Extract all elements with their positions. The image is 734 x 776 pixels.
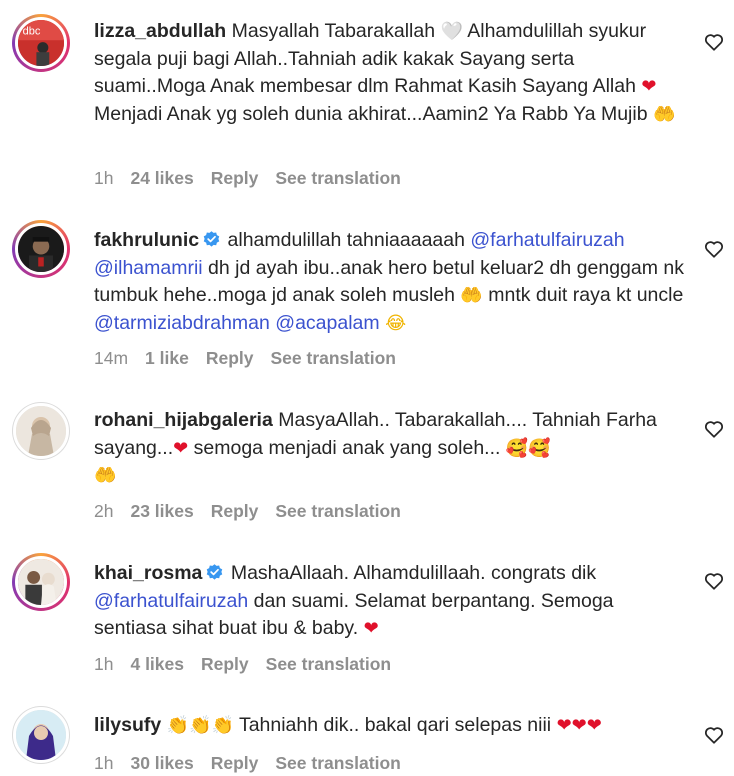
comment-time[interactable]: 14m (94, 348, 128, 368)
comment-text: lizza_abdullah Masyallah Tabarakallah 🤍 … (94, 20, 676, 125)
comment-username[interactable]: lizza_abdullah (94, 20, 226, 42)
see-translation-button[interactable]: See translation (275, 753, 400, 773)
comment-meta: 1h 30 likes Reply See translation (94, 753, 418, 774)
avatar-image: dbc (15, 17, 67, 69)
reply-button[interactable]: Reply (201, 654, 249, 674)
avatar[interactable] (12, 220, 70, 278)
comment-time[interactable]: 2h (94, 501, 113, 521)
likes-count[interactable]: 23 likes (130, 501, 193, 521)
heart-outline-icon[interactable] (703, 418, 725, 440)
reply-button[interactable]: Reply (206, 348, 254, 368)
avatar[interactable] (12, 553, 70, 611)
mention-link[interactable]: @acapalam (275, 312, 379, 334)
comment-username[interactable]: fakhrulunic (94, 229, 199, 251)
mention-link[interactable]: @ilhamamrii (94, 257, 203, 279)
red-heart-emoji: ❤ (363, 618, 379, 639)
likes-count[interactable]: 30 likes (130, 753, 193, 773)
white-heart-emoji: 🤍 (440, 21, 463, 42)
raising-hands-emoji: 🤲 (94, 465, 117, 486)
comment-meta: 14m 1 like Reply See translation (94, 348, 413, 369)
avatar-image (15, 556, 67, 608)
verified-badge-icon (203, 231, 220, 247)
avatar-image (13, 707, 69, 763)
avatar[interactable] (12, 706, 70, 764)
see-translation-button[interactable]: See translation (275, 501, 400, 521)
avatar[interactable]: dbc (12, 14, 70, 72)
avatar-image (15, 223, 67, 275)
comment-username[interactable]: lilysufy (94, 714, 161, 736)
smiling-hearts-emoji: 🥰🥰 (505, 437, 551, 459)
red-heart-emoji: ❤ (641, 76, 657, 97)
comment-text: lilysufy 👏👏👏 Tahniahh dik.. bakal qari s… (94, 714, 602, 736)
heart-outline-icon[interactable] (703, 31, 725, 53)
comment-meta: 2h 23 likes Reply See translation (94, 501, 418, 522)
see-translation-button[interactable]: See translation (271, 348, 396, 368)
red-heart-emoji: ❤ (173, 437, 189, 459)
comment-time[interactable]: 1h (94, 654, 113, 674)
raising-hands-emoji: 🤲 (652, 103, 676, 125)
mention-link[interactable]: @tarmiziabdrahman (94, 312, 270, 334)
comment-time[interactable]: 1h (94, 168, 113, 188)
heart-outline-icon[interactable] (703, 238, 725, 260)
clapping-hands-emoji: 👏👏👏 (166, 715, 234, 736)
mention-link[interactable]: @farhatulfairuzah (94, 590, 248, 612)
reply-button[interactable]: Reply (211, 168, 259, 188)
comment-meta: 1h 24 likes Reply See translation (94, 168, 418, 189)
comment-time[interactable]: 1h (94, 753, 113, 773)
heart-outline-icon[interactable] (703, 570, 725, 592)
verified-badge-icon (207, 564, 223, 580)
likes-count[interactable]: 1 like (145, 348, 189, 368)
comment-text: khai_rosma MashaAllaah. Alhamdulillaah. … (94, 562, 614, 639)
reply-button[interactable]: Reply (211, 753, 259, 773)
comment-username[interactable]: rohani_hijabgaleria (94, 409, 273, 431)
red-hearts-emoji: ❤❤❤ (556, 715, 602, 736)
mention-link[interactable]: @farhatulfairuzah (470, 229, 624, 251)
comment-text: rohani_hijabgaleria MasyaAllah.. Tabarak… (94, 409, 657, 486)
svg-text:dbc: dbc (23, 26, 41, 38)
comment-meta: 1h 4 likes Reply See translation (94, 654, 408, 675)
see-translation-button[interactable]: See translation (275, 168, 400, 188)
heart-outline-icon[interactable] (703, 724, 725, 746)
comment-text: fakhrulunic alhamdulillah tahniaaaaaah @… (94, 229, 684, 334)
raising-hands-emoji: 🤲 (460, 285, 483, 306)
laugh-emoji: 😂 (385, 312, 407, 334)
likes-count[interactable]: 4 likes (130, 654, 184, 674)
avatar[interactable] (12, 402, 70, 460)
see-translation-button[interactable]: See translation (266, 654, 391, 674)
comment-username[interactable]: khai_rosma (94, 562, 202, 584)
avatar-image (13, 403, 69, 459)
likes-count[interactable]: 24 likes (130, 168, 193, 188)
reply-button[interactable]: Reply (211, 501, 259, 521)
